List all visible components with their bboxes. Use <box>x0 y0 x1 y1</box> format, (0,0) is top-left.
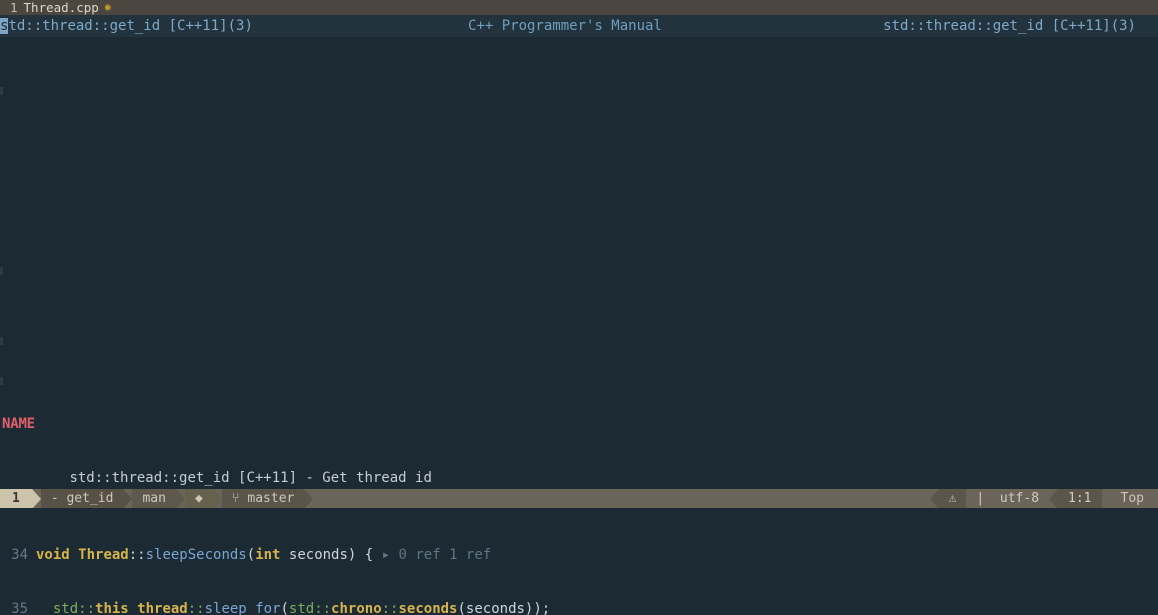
line-number: 35 <box>11 601 28 615</box>
encoding-label: utf-8 <box>999 491 1040 506</box>
statusline-right-group: ⚠ | utf-8 1:1 Top <box>929 489 1158 508</box>
code-token: :: <box>128 547 146 563</box>
code-token: Thread <box>78 547 129 563</box>
code-token: seconds) { <box>280 547 382 563</box>
statusline-separator <box>31 489 41 508</box>
statusline-separator <box>123 489 133 508</box>
code-token: std <box>52 601 79 615</box>
statusline-cursor-position[interactable]: 1:1 <box>1058 489 1102 508</box>
code-token: :: <box>314 601 332 615</box>
code-tokens-35: std::this_thread::sleep_for(std::chrono:… <box>36 601 550 615</box>
tab-modified-icon: ◉ <box>104 2 111 13</box>
statusline-separator <box>1101 489 1111 508</box>
tabline: 1 Thread.cpp ◉ <box>0 0 1158 15</box>
code-line: 35 std::this_thread::sleep_for(std::chro… <box>0 600 1158 615</box>
code-token: void <box>36 547 70 563</box>
editor-window: 1 Thread.cpp ◉ std::thread::get_id [C++1… <box>0 0 1158 615</box>
man-header-bar: std::thread::get_id [C++11](3) C++ Progr… <box>0 15 1158 37</box>
code-pane[interactable]: 34 void Thread::sleepSeconds(int seconds)… <box>0 508 1158 615</box>
man-text: std::thread::get_id [C++11] - Get thread… <box>69 470 432 486</box>
code-token: ( <box>280 601 289 615</box>
code-token: ( <box>246 547 256 563</box>
statusline-scroll-percent[interactable]: Top <box>1110 489 1158 508</box>
code-token: :: <box>187 601 205 615</box>
statusline-separator <box>212 489 222 508</box>
edge-tick <box>0 377 3 385</box>
code-token: sleep_for <box>204 601 281 615</box>
code-token: (seconds)); <box>457 601 551 615</box>
statusline-git-branch[interactable]: ⑂ master <box>221 489 305 508</box>
statusline-separator <box>1049 489 1059 508</box>
statusline-separator-pipe: | <box>976 491 985 506</box>
man-header-left-text: td::thread::get_id [C++11](3) <box>8 18 253 34</box>
man-header-center: C++ Programmer's Manual <box>468 18 662 34</box>
code-token: std <box>288 601 315 615</box>
statusline-separator <box>929 489 939 508</box>
man-page-body: NAME std::thread::get_id [C++11] - Get t… <box>0 37 1158 489</box>
statusline-filetype[interactable]: man <box>132 489 176 508</box>
statusline-buffer[interactable]: - get_id <box>40 489 124 508</box>
statusline-warning-icon: ⚠ <box>938 489 967 508</box>
statusline-encoding[interactable]: | utf-8 <box>966 489 1050 508</box>
code-token: :: <box>78 601 96 615</box>
tab-thread-cpp[interactable]: 1 Thread.cpp ◉ <box>0 0 119 15</box>
man-header-right: std::thread::get_id [C++11](3) <box>883 18 1136 34</box>
git-branch-name: master <box>247 491 295 506</box>
code-token: sleepSeconds <box>145 547 247 563</box>
code-line: 34 void Thread::sleepSeconds(int seconds)… <box>0 546 1158 564</box>
code-token: int <box>255 547 281 563</box>
man-header-left: std::thread::get_id [C++11](3) <box>0 15 253 37</box>
statusline-separator <box>304 489 314 508</box>
edge-tick <box>0 267 3 275</box>
edge-tick <box>0 337 3 345</box>
line-number: 34 <box>11 547 28 563</box>
statusline-mode[interactable]: 1 <box>0 489 32 508</box>
code-token: ▸ 0 ref 1 ref <box>381 547 492 563</box>
git-branch-icon: ⑂ <box>231 491 240 506</box>
code-tokens-34: void Thread::sleepSeconds(int seconds) {… <box>36 547 491 563</box>
tab-filename: Thread.cpp <box>23 0 99 15</box>
statusline-diamond-icon: ◆ <box>184 489 213 508</box>
code-token: :: <box>381 601 399 615</box>
code-token: seconds <box>398 601 458 615</box>
statusline-separator <box>175 489 185 508</box>
section-heading-name: NAME <box>2 416 35 432</box>
statusline: 1 - get_id man ◆ ⑂ master ⚠ | utf-8 1:1 … <box>0 489 1158 508</box>
edge-tick <box>0 87 3 95</box>
section-body-name: std::thread::get_id [C++11] - Get thread… <box>0 469 1158 487</box>
code-token: chrono <box>331 601 382 615</box>
tab-number: 1 <box>10 0 18 15</box>
code-token: this_thread <box>95 601 188 615</box>
